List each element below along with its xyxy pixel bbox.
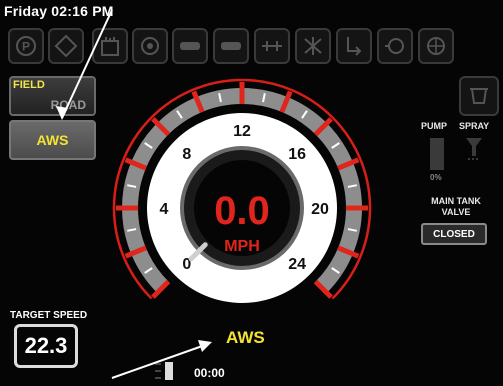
pump-icon[interactable] xyxy=(377,28,413,64)
tank-level-icon[interactable] xyxy=(92,28,128,64)
gauge-tick-label: 16 xyxy=(288,146,306,163)
nozzle-icon[interactable] xyxy=(418,28,454,64)
boom-icon[interactable] xyxy=(254,28,290,64)
field-road-toggle[interactable]: FIELD ROAD xyxy=(9,76,96,116)
tank-valve-state-button[interactable]: CLOSED xyxy=(421,223,487,245)
engine-icon[interactable] xyxy=(132,28,168,64)
speed-readout: 0.0 xyxy=(214,189,270,233)
steering-icon[interactable] xyxy=(48,28,84,64)
pump-percent: 0% xyxy=(430,173,442,182)
parking-brake-icon[interactable]: P xyxy=(8,28,44,64)
target-speed-value[interactable]: 22.3 xyxy=(14,324,78,368)
steering-mode-label: AWS xyxy=(226,328,265,347)
speed-unit: MPH xyxy=(224,238,260,255)
main-tank-valve-label: MAIN TANK VALVE xyxy=(431,196,481,217)
gauge-tick-label: 12 xyxy=(233,123,251,140)
spray-label: SPRAY xyxy=(459,121,490,131)
field-label: FIELD xyxy=(13,79,45,91)
status-icon-bar: P xyxy=(8,28,503,68)
target-speed-label: TARGET SPEED xyxy=(10,310,88,321)
gauge-tick-label: 24 xyxy=(288,256,306,273)
svg-text:P: P xyxy=(22,40,30,54)
hourglass-icon xyxy=(152,360,176,386)
gauge-tick-label: 20 xyxy=(311,201,329,218)
spray-status-icon[interactable] xyxy=(463,134,485,169)
gauge-tick-label: 8 xyxy=(182,146,191,163)
spray-settings-button[interactable] xyxy=(459,76,499,116)
speedometer: 04812162024 0.0 MPH xyxy=(112,78,372,303)
elapsed-timer: 00:00 xyxy=(194,366,225,380)
sprayer-display: Friday 02:16 PM P FIELD ROAD AWS PUMP SP… xyxy=(0,0,503,386)
clock: Friday 02:16 PM xyxy=(4,3,114,19)
track-left-icon[interactable] xyxy=(172,28,208,64)
filter-icon xyxy=(470,88,488,104)
pump-label: PUMP xyxy=(421,121,448,131)
fan-icon[interactable] xyxy=(295,28,331,64)
track-right-icon[interactable] xyxy=(213,28,249,64)
road-label: ROAD xyxy=(50,98,86,112)
pto-icon[interactable] xyxy=(336,28,372,64)
gauge-tick-label: 4 xyxy=(160,201,169,218)
aws-button[interactable]: AWS xyxy=(9,120,96,160)
